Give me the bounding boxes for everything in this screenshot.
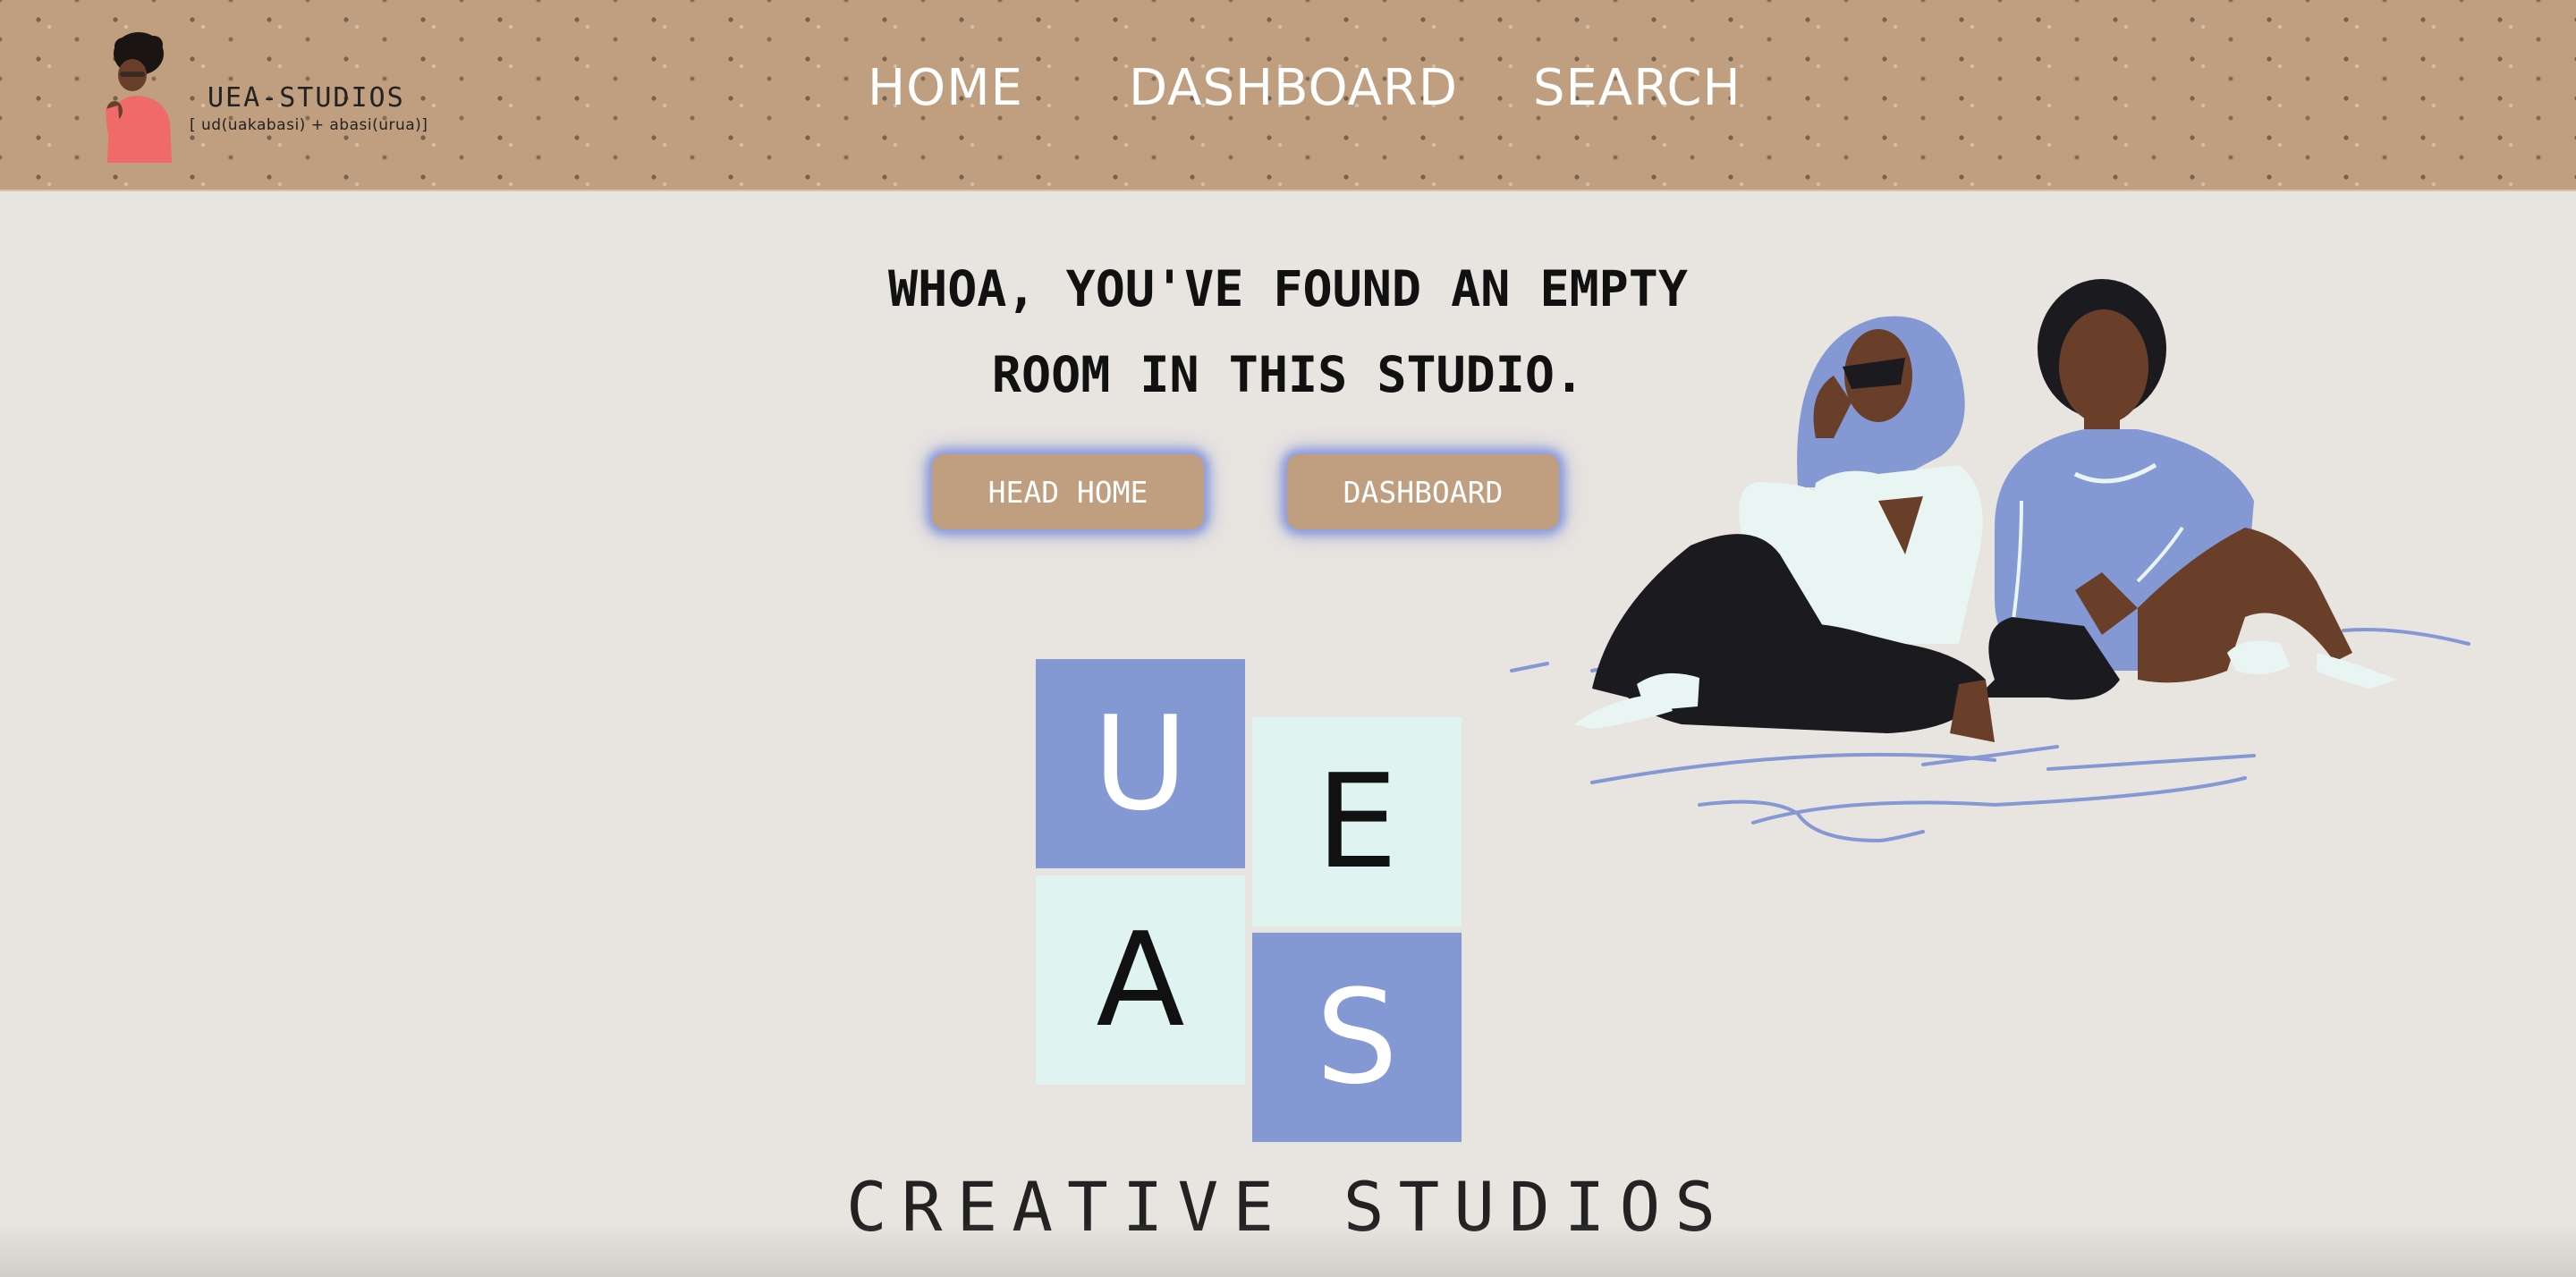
tile-e: E [1252,717,1462,926]
header: UEA-STUDIOS [ ud(uakabasi) + abasi(urua)… [0,0,2576,191]
nav-home[interactable]: HOME [868,59,1023,117]
tile-u: U [1036,659,1245,868]
bottom-shade [0,1223,2576,1277]
brand-subtitle: [ ud(uakabasi) + abasi(urua)] [190,116,428,134]
tile-a: A [1036,875,1245,1085]
head-home-button[interactable]: HEAD HOME [932,454,1204,529]
tile-s: S [1252,933,1462,1142]
nav-dashboard[interactable]: DASHBOARD [1129,59,1458,117]
woman-avatar-icon[interactable] [89,29,179,163]
brand-name[interactable]: UEA-STUDIOS [208,82,405,114]
two-women-sitting-illustration [1510,279,2470,843]
nav-search[interactable]: SEARCH [1533,59,1741,117]
